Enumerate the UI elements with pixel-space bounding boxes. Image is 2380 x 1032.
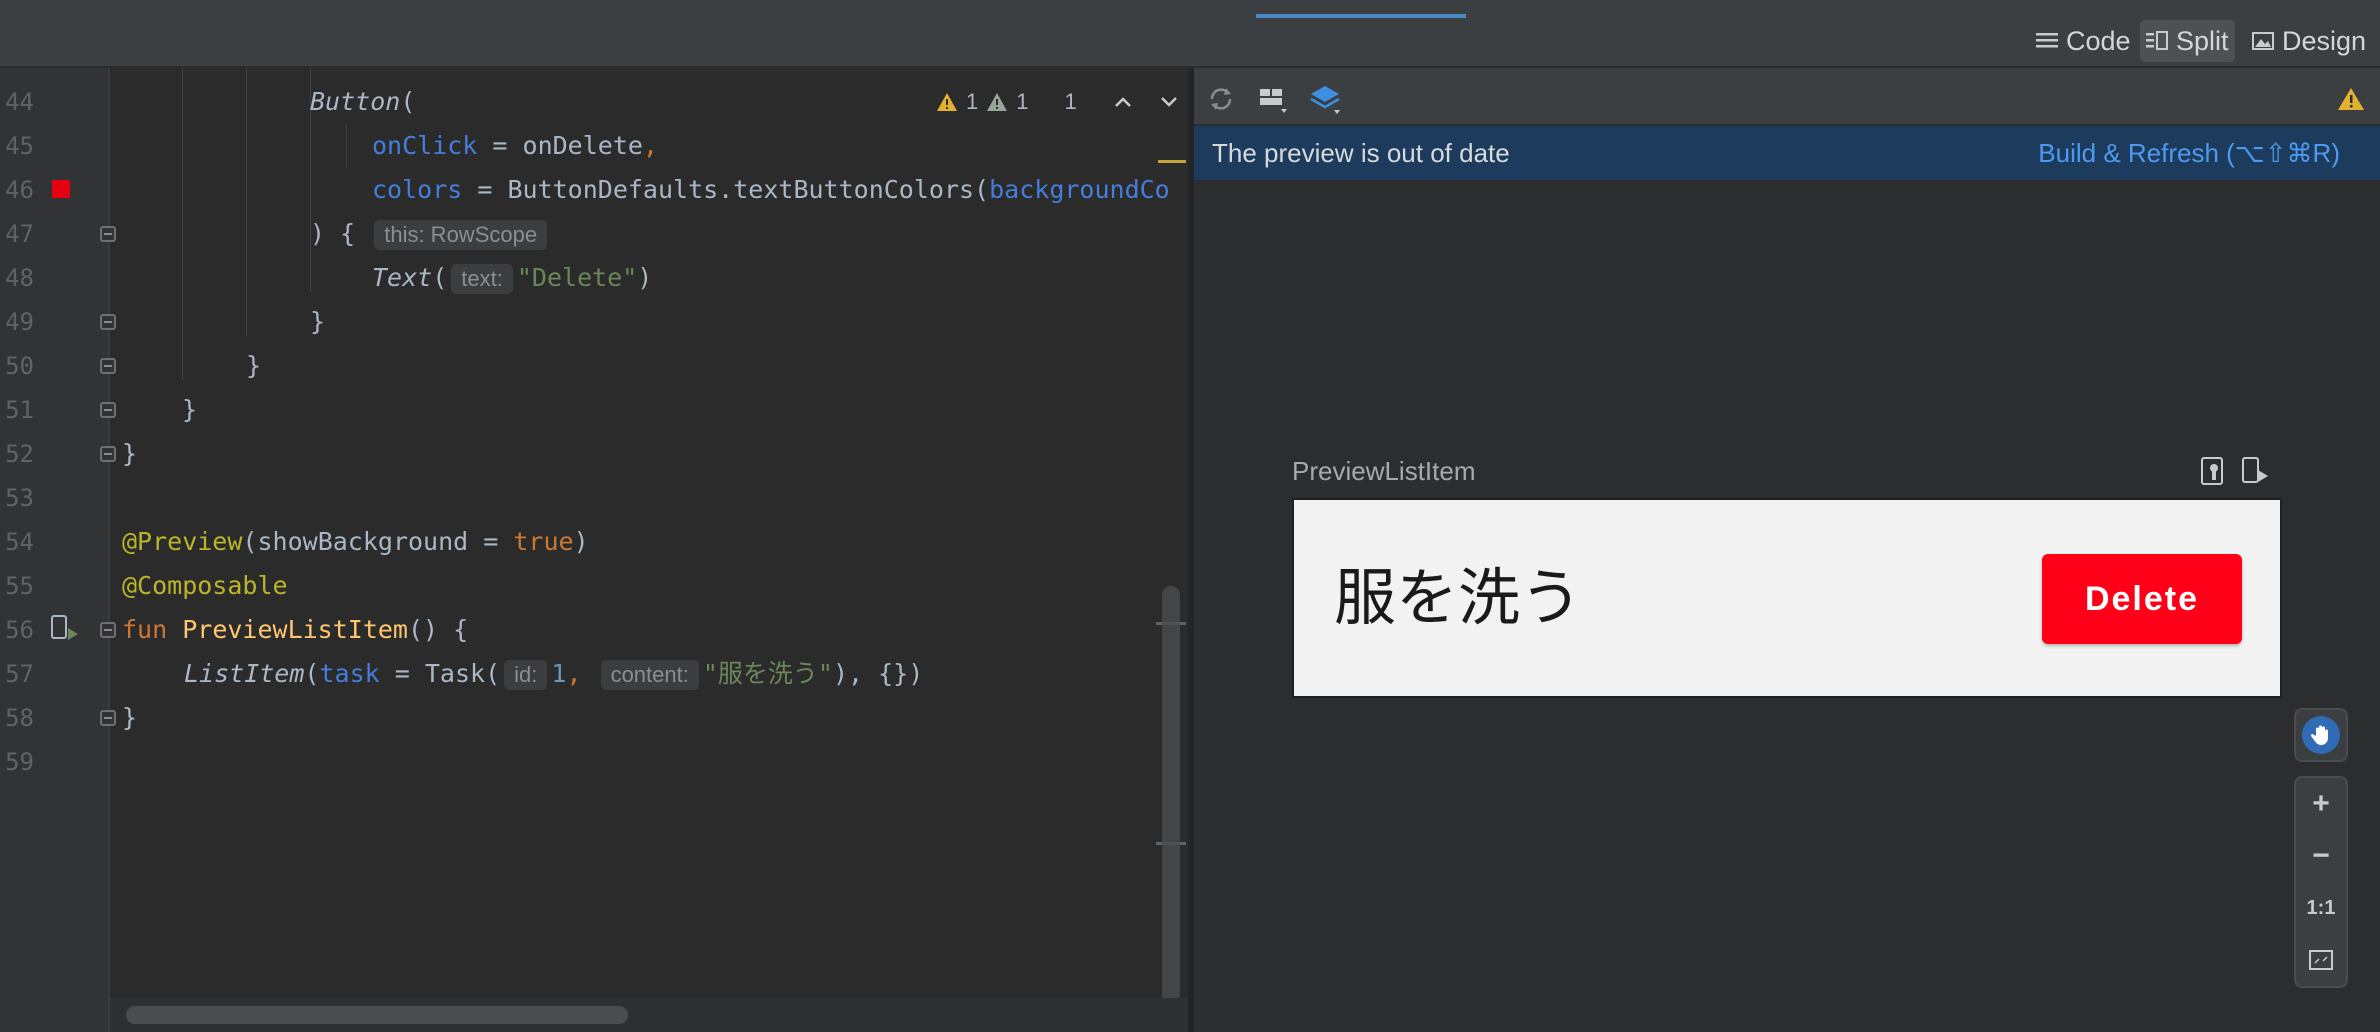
line-number: 45 xyxy=(5,132,34,160)
code-line-45[interactable]: onClick = onDelete, xyxy=(372,124,658,168)
deploy-to-device-icon[interactable] xyxy=(2240,456,2270,486)
line-number: 56 xyxy=(5,616,34,644)
fold-marker-icon[interactable] xyxy=(100,358,116,374)
inspection-widget[interactable]: 1 1 1 xyxy=(936,82,1179,122)
warning-icon xyxy=(937,93,957,111)
code-line-57[interactable]: ListItem(task = Task(id: 1, content: "服を洗う… xyxy=(184,652,923,696)
inlay-hint: text: xyxy=(451,264,513,294)
zoom-actual-size-button[interactable]: 1:1 xyxy=(2296,882,2346,934)
chevron-down-icon[interactable] xyxy=(1159,95,1179,109)
line-number: 58 xyxy=(5,704,34,732)
line-number: 50 xyxy=(5,352,34,380)
split-mode-label: Split xyxy=(2176,25,2229,56)
typo-count: 1 xyxy=(1064,89,1077,114)
zoom-out-button[interactable]: − xyxy=(2296,830,2346,882)
editor-top-bar: Code Split Design xyxy=(0,0,2380,68)
vertical-scrollbar[interactable] xyxy=(1162,586,1180,1004)
line-number: 57 xyxy=(5,660,34,688)
list-icon xyxy=(2036,33,2058,48)
pan-mode-button[interactable] xyxy=(2294,708,2348,762)
task-content-text: 服を洗う xyxy=(1334,561,1583,634)
compose-preview-panel: The preview is out of date Build & Refre… xyxy=(1194,68,2380,1032)
code-line-46[interactable]: colors = ButtonDefaults.textButtonColors… xyxy=(372,168,1170,212)
fold-marker-icon[interactable] xyxy=(100,446,116,462)
code-mode-button[interactable]: Code xyxy=(2030,20,2137,62)
hand-icon xyxy=(2302,716,2340,754)
design-mode-label: Design xyxy=(2282,25,2367,56)
fold-marker-icon[interactable] xyxy=(100,226,116,242)
code-line-55[interactable]: @Composable xyxy=(122,564,288,608)
preview-toolbar xyxy=(1194,68,2380,126)
out-of-date-banner: The preview is out of date Build & Refre… xyxy=(1194,126,2380,180)
code-editor[interactable]: 44 45 46 47 48 49 50 51 52 53 54 55 56 5… xyxy=(0,68,1188,1032)
fold-marker-icon[interactable] xyxy=(100,402,116,418)
line-number: 55 xyxy=(5,572,34,600)
weak-warning-count: 1 xyxy=(1016,89,1029,114)
indent-guide xyxy=(346,124,347,168)
image-icon xyxy=(2252,32,2274,50)
warning-icon[interactable] xyxy=(2334,82,2368,116)
line-number: 44 xyxy=(5,88,34,116)
editor-gutter: 44 45 46 47 48 49 50 51 52 53 54 55 56 5… xyxy=(0,68,110,1032)
preview-component-name: PreviewListItem xyxy=(1292,456,1476,486)
line-number: 47 xyxy=(5,220,34,248)
code-line-51[interactable]: } xyxy=(182,388,197,432)
zoom-controls: + − 1:1 xyxy=(2294,776,2348,988)
fold-marker-icon[interactable] xyxy=(100,314,116,330)
horizontal-scrollbar[interactable] xyxy=(126,1006,628,1024)
code-line-44[interactable]: Button( xyxy=(310,80,415,124)
zoom-to-fit-button[interactable] xyxy=(2296,934,2346,986)
indent-guide xyxy=(246,68,247,336)
code-line-47[interactable]: ) { this: RowScope xyxy=(310,212,551,256)
zoom-in-button[interactable]: + xyxy=(2296,778,2346,830)
code-line-58[interactable]: } xyxy=(122,696,137,740)
code-line-54[interactable]: @Preview(showBackground = true) xyxy=(122,520,589,564)
line-number: 48 xyxy=(5,264,34,292)
line-number: 59 xyxy=(5,748,34,776)
split-mode-button[interactable]: Split xyxy=(2140,20,2235,62)
inlay-hint: content: xyxy=(600,660,699,690)
code-mode-label: Code xyxy=(2066,25,2131,56)
weak-warning-icon xyxy=(987,93,1008,111)
code-line-50[interactable]: } xyxy=(246,344,261,388)
warning-count: 1 xyxy=(966,89,979,114)
split-view-icon xyxy=(2146,31,2168,50)
line-number: 54 xyxy=(5,528,34,556)
breakpoint-marker[interactable] xyxy=(52,180,70,198)
code-line-56[interactable]: fun PreviewListItem() { xyxy=(122,608,468,652)
warning-stripe[interactable] xyxy=(1158,160,1186,163)
indent-guide xyxy=(182,68,183,380)
layout-options-icon[interactable] xyxy=(1256,82,1290,116)
line-number: 53 xyxy=(5,484,34,512)
fit-screen-icon xyxy=(2309,950,2333,970)
line-number: 49 xyxy=(5,308,34,336)
run-preview-icon[interactable] xyxy=(50,614,80,644)
line-number: 46 xyxy=(5,176,34,204)
refresh-icon[interactable] xyxy=(1204,82,1238,116)
code-line-49[interactable]: } xyxy=(310,300,325,344)
code-line-52[interactable]: } xyxy=(122,432,137,476)
delete-button[interactable]: Delete xyxy=(2042,554,2242,644)
active-tab-indicator xyxy=(1256,14,1466,18)
inlay-hint: id: xyxy=(504,660,548,690)
fold-marker-icon[interactable] xyxy=(100,622,116,638)
interactive-mode-icon[interactable] xyxy=(2200,456,2230,486)
design-mode-button[interactable]: Design xyxy=(2246,20,2372,62)
chevron-up-icon[interactable] xyxy=(1113,95,1133,109)
line-number: 51 xyxy=(5,396,34,424)
preview-render[interactable]: 服を洗う Delete xyxy=(1292,498,2282,698)
code-line-48[interactable]: Text(text: "Delete") xyxy=(372,256,652,300)
build-refresh-link[interactable]: Build & Refresh (⌥⇧⌘R) xyxy=(2038,126,2340,180)
line-number: 52 xyxy=(5,440,34,468)
layers-icon[interactable] xyxy=(1308,82,1342,116)
inlay-hint: this: RowScope xyxy=(374,220,548,250)
fold-marker-icon[interactable] xyxy=(100,710,116,726)
banner-message: The preview is out of date xyxy=(1212,138,1510,168)
